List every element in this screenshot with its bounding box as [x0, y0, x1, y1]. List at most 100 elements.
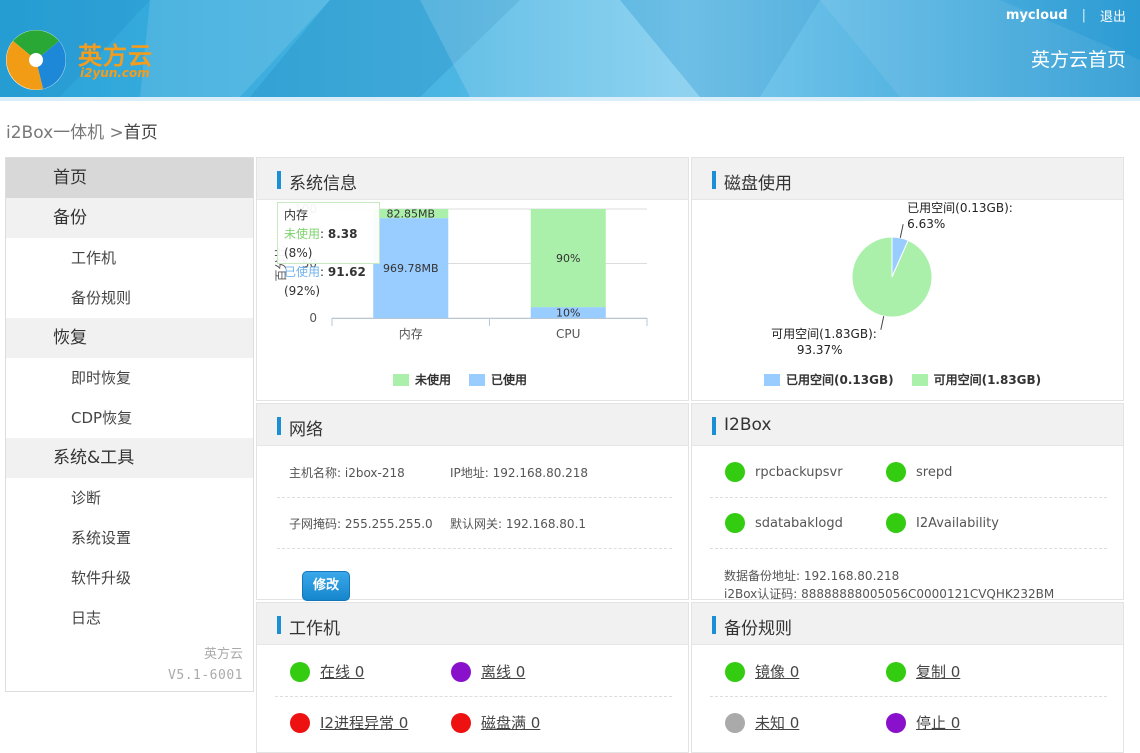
rules-replicate-link[interactable]: 复制 0	[886, 661, 960, 682]
top-header: 英方云 i2yun.com mycloud | 退出 英方云首页	[0, 0, 1140, 97]
data-label: 969.78MB	[383, 262, 439, 275]
status-row: 镜像 0 复制 0	[710, 646, 1107, 697]
legend-swatch	[393, 373, 409, 386]
pie-percent: 6.63%	[907, 217, 945, 231]
status-dot-icon	[886, 712, 906, 733]
sidebar-item[interactable]: 备份规则	[6, 278, 253, 318]
sidebar-item[interactable]: 日志	[6, 598, 253, 638]
sidebar-item[interactable]: 系统设置	[6, 518, 253, 558]
breadcrumb-root[interactable]: i2Box一体机	[6, 123, 104, 143]
service-name: sdatabaklogd	[755, 515, 843, 531]
rules-stopped-link[interactable]: 停止 0	[886, 712, 960, 733]
footer-brand: 英方云	[203, 647, 243, 662]
sidebar-item[interactable]: 软件升级	[6, 558, 253, 598]
panel-title: 备份规则	[724, 619, 792, 639]
sidebar-item[interactable]: 首页	[6, 158, 253, 198]
tooltip-used: 已使用: 91.62 (92%)	[284, 265, 366, 298]
subnet-mask: 子网掩码: 255.255.255.0	[289, 517, 433, 531]
sidebar-item[interactable]: 诊断	[6, 478, 253, 518]
status-dot-icon	[725, 462, 745, 482]
data-label: 90%	[556, 252, 580, 265]
legend-swatch	[911, 373, 928, 386]
status-dot-icon	[725, 712, 745, 733]
legend-free-space[interactable]: 可用空间(1.83GB)	[911, 371, 1042, 388]
status-label: 停止 0	[916, 714, 961, 732]
workers-offline-link[interactable]: 离线 0	[451, 661, 525, 682]
status-dot-icon	[886, 462, 906, 482]
legend-used[interactable]: 已使用	[469, 371, 527, 388]
sidebar-item[interactable]: 即时恢复	[6, 358, 253, 398]
sidebar: 首页 备份 工作机 备份规则 恢复 即时恢复 CDP恢复 系统&工具 诊断 系统设置 软件升级 日志 …	[5, 157, 254, 692]
panel-header: 系统信息	[257, 158, 688, 200]
pie-label: 可用空间(1.83GB):	[771, 327, 877, 341]
sidebar-item[interactable]: 工作机	[6, 238, 253, 278]
status-label: 磁盘满 0	[481, 714, 541, 732]
panel-title: 系统信息	[289, 174, 357, 194]
x-category-label: 内存	[399, 327, 423, 341]
brand-logo-icon	[6, 30, 66, 90]
legend-label: 可用空间(1.83GB)	[933, 373, 1042, 387]
auth-code: i2Box认证码: 88888888005056C0000121CVQHK232…	[724, 587, 1055, 601]
status-label: I2进程异常 0	[320, 714, 409, 732]
legend-unused[interactable]: 未使用	[393, 371, 451, 388]
pie-label: 已用空间(0.13GB):	[907, 201, 1013, 215]
panel-header: 备份规则	[692, 603, 1123, 645]
pie-leader-line	[899, 224, 904, 238]
tooltip-unused-value: 8.38	[327, 227, 358, 241]
sidebar-item[interactable]: 恢复	[6, 318, 253, 358]
header-accent-bar	[277, 417, 281, 435]
service-name: srepd	[916, 464, 953, 480]
sidebar-item[interactable]: CDP恢复	[6, 398, 253, 438]
sidebar-item[interactable]: 系统&工具	[6, 438, 253, 478]
panel-header: 工作机	[257, 603, 688, 645]
breadcrumb-separator: >	[104, 123, 124, 143]
breadcrumb: i2Box一体机 >首页	[6, 118, 158, 143]
panel-title: 网络	[289, 420, 323, 440]
network-panel: 网络 主机名称: i2box-218 IP地址: 192.168.80.218 …	[256, 403, 689, 601]
network-row: 主机名称: i2box-218 IP地址: 192.168.80.218	[277, 447, 672, 498]
edit-network-button[interactable]: 修改	[302, 571, 350, 601]
pie-legend: 已用空间(0.13GB) 可用空间(1.83GB)	[764, 371, 1059, 388]
status-dot-icon	[290, 661, 310, 682]
workers-online-link[interactable]: 在线 0	[290, 661, 364, 682]
service-row: rpcbackupsvr srepd	[710, 447, 1107, 498]
ip-address: IP地址: 192.168.80.218	[450, 466, 589, 480]
top-nav: mycloud | 退出	[1006, 6, 1126, 25]
legend-label: 已用空间(0.13GB)	[786, 373, 894, 387]
legend-label: 已使用	[491, 373, 528, 387]
header-decoration	[0, 0, 1140, 97]
tooltip-unused-pct: (8%)	[284, 246, 313, 260]
legend-swatch	[764, 373, 780, 386]
backup-rules-panel: 备份规则 镜像 0 复制 0 未知 0 停止 0	[691, 602, 1124, 753]
logout-link[interactable]: 退出	[1100, 6, 1126, 25]
user-link[interactable]: mycloud	[1006, 8, 1068, 23]
disk-usage-panel: 磁盘使用 已用空间(0.13GB): 6.63% 可用空间(1.83GB): 93.3…	[691, 157, 1124, 401]
status-label: 复制 0	[916, 663, 961, 681]
header-accent-bar	[712, 616, 716, 634]
header-divider	[0, 97, 1140, 101]
brand-domain: i2yun.com	[80, 66, 150, 80]
sidebar-footer: 英方云 V5.1-6001	[168, 644, 243, 686]
service-srepd: srepd	[886, 462, 952, 482]
system-info-panel: 系统信息 050100百分比969.78MB82.85MB内存10%90%CPU…	[256, 157, 689, 401]
panel-header: 磁盘使用	[692, 158, 1123, 200]
nav-separator: |	[1081, 8, 1086, 23]
service-row: sdatabaklogd I2Availability	[710, 498, 1107, 549]
data-label: 82.85MB	[386, 208, 435, 221]
sidebar-item[interactable]: 备份	[6, 198, 253, 238]
i2box-panel: I2Box rpcbackupsvr srepd sdatabaklogd I2…	[691, 403, 1124, 601]
workers-process-error-link[interactable]: I2进程异常 0	[290, 712, 408, 733]
legend-used-space[interactable]: 已用空间(0.13GB)	[764, 371, 894, 388]
rules-unknown-link[interactable]: 未知 0	[725, 712, 799, 733]
tooltip-title: 内存	[284, 208, 309, 222]
service-name: I2Availability	[916, 515, 999, 531]
tooltip-unused: 未使用: 8.38 (8%)	[284, 227, 358, 260]
header-accent-bar	[712, 417, 716, 435]
panel-header: I2Box	[692, 404, 1123, 446]
workers-disk-full-link[interactable]: 磁盘满 0	[451, 712, 540, 733]
bar-legend: 未使用 已使用	[393, 371, 545, 388]
header-accent-bar	[277, 171, 281, 189]
status-dot-icon	[886, 513, 906, 533]
status-label: 未知 0	[755, 714, 800, 732]
rules-mirror-link[interactable]: 镜像 0	[725, 661, 799, 682]
